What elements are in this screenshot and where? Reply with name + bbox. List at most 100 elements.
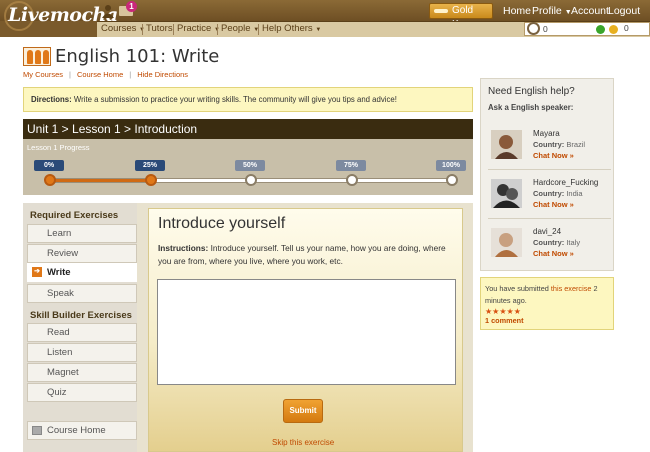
- help-title: Need English help?: [488, 86, 575, 97]
- speaker-country: Country: India: [533, 189, 583, 198]
- nav-profile[interactable]: Profile ▼: [532, 5, 572, 17]
- user-icon[interactable]: [101, 4, 115, 18]
- nav-logout[interactable]: Logout: [608, 5, 640, 17]
- country-label: Country:: [533, 238, 565, 247]
- speaker-name[interactable]: davi_24: [533, 227, 561, 236]
- submitted-text: You have submitted: [485, 284, 551, 293]
- speaker-name[interactable]: Mayara: [533, 129, 560, 138]
- progress-marker[interactable]: 50%: [235, 160, 265, 171]
- away-status-icon[interactable]: [609, 25, 618, 34]
- sidebar-item-write[interactable]: ➔ Write: [27, 263, 139, 282]
- status-count: 0: [624, 23, 629, 33]
- chevron-down-icon: ▼: [315, 27, 322, 33]
- nav-account[interactable]: Account: [571, 5, 609, 17]
- progress-marker[interactable]: 25%: [135, 160, 165, 171]
- submit-button[interactable]: Submit: [283, 399, 323, 423]
- chat-now-link[interactable]: Chat Now »: [533, 151, 574, 160]
- sidebar-item-magnet[interactable]: Magnet: [27, 363, 137, 382]
- answer-textarea[interactable]: [157, 279, 456, 385]
- subnav-people[interactable]: People ▼: [221, 23, 259, 34]
- sidebar-item-label: Magnet: [47, 367, 79, 378]
- gold-key-button[interactable]: Gold Key: [429, 3, 493, 30]
- subnav-help-others[interactable]: Help Others ▼: [262, 23, 321, 34]
- subnav-people-label: People: [221, 23, 251, 34]
- progress-knob[interactable]: [446, 174, 458, 186]
- instructions-label: Instructions:: [158, 243, 209, 253]
- divider: [142, 24, 143, 35]
- clock-icon: [527, 22, 540, 35]
- speaker-card: Mayara Country: Brazil Chat Now »: [488, 124, 611, 170]
- nav-logout-label: Logout: [608, 5, 641, 17]
- people-icon: [23, 47, 51, 66]
- comments-link[interactable]: 1 comment: [485, 315, 524, 327]
- unit-breadcrumb: Unit 1 > Lesson 1 > Introduction: [23, 119, 473, 139]
- divider: |: [129, 70, 132, 79]
- divider: [488, 169, 611, 170]
- avatar[interactable]: [491, 228, 522, 257]
- progress-label: Lesson 1 Progress: [27, 143, 90, 152]
- mail-badge: 1: [126, 1, 137, 12]
- subnav-courses[interactable]: Courses ▼: [101, 23, 145, 34]
- progress-knob[interactable]: [245, 174, 257, 186]
- skill-builder-heading: Skill Builder Exercises: [30, 310, 132, 321]
- speaker-country: Country: Italy: [533, 238, 580, 247]
- key-icon: [434, 9, 448, 13]
- hide-directions-link[interactable]: Hide Directions: [137, 70, 188, 79]
- country-label: Country:: [533, 140, 565, 149]
- sidebar-item-listen[interactable]: Listen: [27, 343, 137, 362]
- subnav-tutors[interactable]: Tutors: [146, 23, 173, 34]
- nav-account-label: Account: [571, 5, 609, 17]
- help-box: Need English help? Ask a English speaker…: [480, 78, 614, 271]
- nav-home[interactable]: Home: [503, 5, 531, 17]
- subnav-practice-label: Practice: [177, 23, 212, 34]
- speaker-card: Hardcore_Fucking Country: India Chat Now…: [488, 173, 611, 219]
- course-home-link[interactable]: Course Home: [77, 70, 123, 79]
- avatar[interactable]: [491, 130, 522, 159]
- progress-marker[interactable]: 0%: [34, 160, 64, 171]
- sidebar-item-learn[interactable]: Learn: [27, 224, 137, 243]
- sidebar-item-label: Listen: [47, 347, 73, 358]
- country-label: Country:: [533, 189, 565, 198]
- chat-now-link[interactable]: Chat Now »: [533, 249, 574, 258]
- subnav-practice[interactable]: Practice ▼: [177, 23, 220, 34]
- progress-knob[interactable]: [44, 174, 56, 186]
- speaker-country: Country: Brazil: [533, 140, 585, 149]
- logo[interactable]: Livemocha: [2, 0, 118, 34]
- sidebar-item-speak[interactable]: Speak: [27, 284, 137, 303]
- progress-marker[interactable]: 100%: [436, 160, 466, 171]
- exercise-instructions: Instructions: Introduce yourself. Tell u…: [158, 242, 458, 268]
- speaker-name[interactable]: Hardcore_Fucking: [533, 178, 598, 187]
- progress-marker[interactable]: 75%: [336, 160, 366, 171]
- sidebar-item-label: Speak: [47, 288, 74, 299]
- progress-knob[interactable]: [145, 174, 157, 186]
- sidebar-item-review[interactable]: Review: [27, 244, 137, 263]
- exercise-sidebar: Required Exercises Learn Review ➔ Write S…: [23, 203, 139, 452]
- exercise-panel: Introduce yourself Instructions: Introdu…: [137, 203, 473, 452]
- divider: [488, 218, 611, 219]
- online-status-icon[interactable]: [596, 25, 605, 34]
- my-courses-link[interactable]: My Courses: [23, 70, 63, 79]
- directions-text: Write a submission to practice your writ…: [73, 95, 397, 104]
- progress-knob[interactable]: [346, 174, 358, 186]
- country-value: Italy: [566, 238, 581, 247]
- exercise-card: Introduce yourself Instructions: Introdu…: [148, 208, 463, 452]
- sidebar-item-course-home[interactable]: Course Home: [27, 421, 137, 440]
- country-value: Brazil: [566, 140, 586, 149]
- page-title: English 101: Write: [55, 46, 220, 67]
- skip-exercise-link[interactable]: Skip this exercise: [272, 438, 334, 447]
- chat-now-link[interactable]: Chat Now »: [533, 200, 574, 209]
- avatar[interactable]: [491, 179, 522, 208]
- arrow-right-icon: ➔: [32, 267, 42, 277]
- this-exercise-link[interactable]: this exercise: [551, 284, 592, 293]
- sidebar-item-label: Learn: [47, 228, 72, 239]
- sidebar-item-label: Quiz: [47, 387, 67, 398]
- points-field[interactable]: [543, 24, 587, 34]
- sidebar-item-quiz[interactable]: Quiz: [27, 383, 137, 402]
- speaker-card: davi_24 Country: Italy Chat Now »: [488, 222, 611, 268]
- nav-home-label: Home: [503, 5, 532, 17]
- sidebar-item-label: Write: [47, 267, 71, 278]
- sidebar-item-label: Course Home: [47, 425, 106, 436]
- sidebar-item-read[interactable]: Read: [27, 323, 137, 342]
- divider: [258, 24, 259, 35]
- country-value: India: [566, 189, 583, 198]
